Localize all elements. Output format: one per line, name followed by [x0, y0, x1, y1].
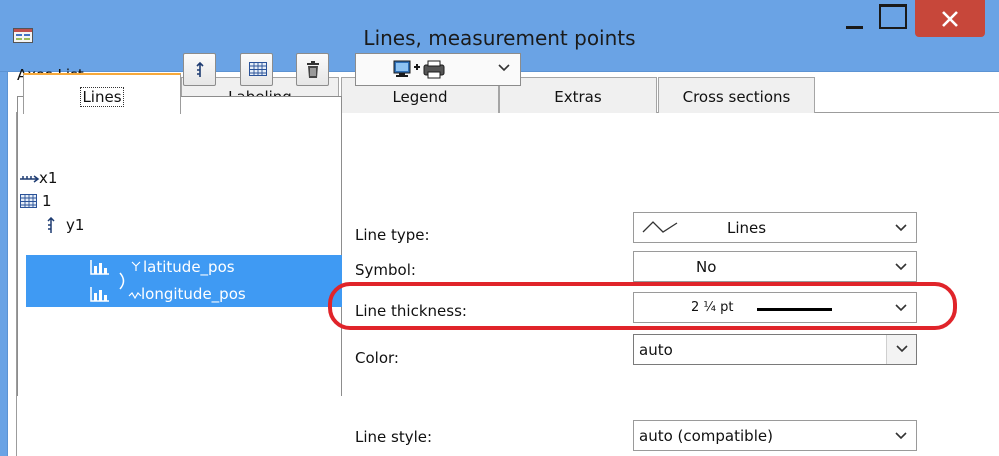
table-icon — [249, 62, 267, 76]
table-icon — [20, 194, 37, 208]
tree-item-label: y1 — [66, 216, 85, 234]
tab-label: Cross sections — [682, 88, 791, 106]
line-type-label: Line type: — [355, 226, 430, 244]
color-dropdown[interactable]: auto — [633, 334, 917, 365]
tree-item-label: x1 — [39, 169, 58, 187]
highlight-annotation — [328, 282, 957, 330]
tab-label: Lines — [80, 87, 124, 107]
chevron-down-icon — [895, 224, 907, 232]
delete-button[interactable] — [296, 53, 329, 86]
pair-bracket-icon — [119, 272, 125, 290]
chevron-down-icon — [896, 345, 908, 353]
line-style-label: Line style: — [355, 428, 433, 446]
axes-tree[interactable] — [17, 96, 342, 396]
close-button[interactable] — [915, 0, 985, 37]
tree-item-label: longitude_pos — [141, 285, 246, 303]
series-marker-icon — [131, 261, 141, 271]
bar-chart-icon — [90, 260, 109, 275]
symbol-value: No — [696, 258, 717, 276]
series-marker-icon — [128, 292, 142, 300]
tab-lines[interactable]: Lines — [23, 73, 181, 114]
x-axis-icon — [20, 175, 40, 183]
tree-item-label: 1 — [42, 192, 52, 210]
tab-cross-sections[interactable]: Cross sections — [658, 77, 815, 113]
chevron-down-icon — [895, 432, 907, 440]
line-type-value: Lines — [727, 219, 767, 237]
trash-icon — [307, 61, 319, 78]
tab-label: Extras — [554, 88, 602, 106]
output-device-selector[interactable] — [355, 53, 521, 86]
line-style-dropdown[interactable]: auto (compatible) — [633, 420, 917, 451]
window-frame-left — [0, 72, 8, 456]
color-dropdown-button[interactable] — [886, 335, 916, 364]
color-value: auto — [639, 341, 673, 359]
close-icon — [942, 11, 958, 27]
minimize-button[interactable] — [836, 0, 872, 37]
chevron-down-icon — [895, 263, 907, 271]
add-dataset-button[interactable] — [240, 53, 273, 86]
line-type-icon — [642, 221, 678, 233]
tab-extras[interactable]: Extras — [499, 77, 657, 113]
symbol-label: Symbol: — [355, 261, 416, 279]
bar-chart-icon — [90, 287, 109, 302]
symbol-dropdown[interactable]: No — [633, 251, 917, 282]
monitor-printer-icon — [393, 60, 445, 79]
line-style-value: auto (compatible) — [639, 427, 773, 445]
maximize-button[interactable] — [872, 0, 908, 37]
color-label: Color: — [355, 349, 399, 367]
axis-up-icon — [196, 61, 204, 77]
y-axis-icon — [47, 217, 55, 233]
chevron-down-icon — [498, 64, 510, 72]
move-up-button[interactable] — [183, 53, 216, 86]
tab-label: Legend — [392, 88, 448, 106]
line-type-dropdown[interactable]: Lines — [633, 212, 917, 243]
tree-item-label: latitude_pos — [143, 258, 235, 276]
